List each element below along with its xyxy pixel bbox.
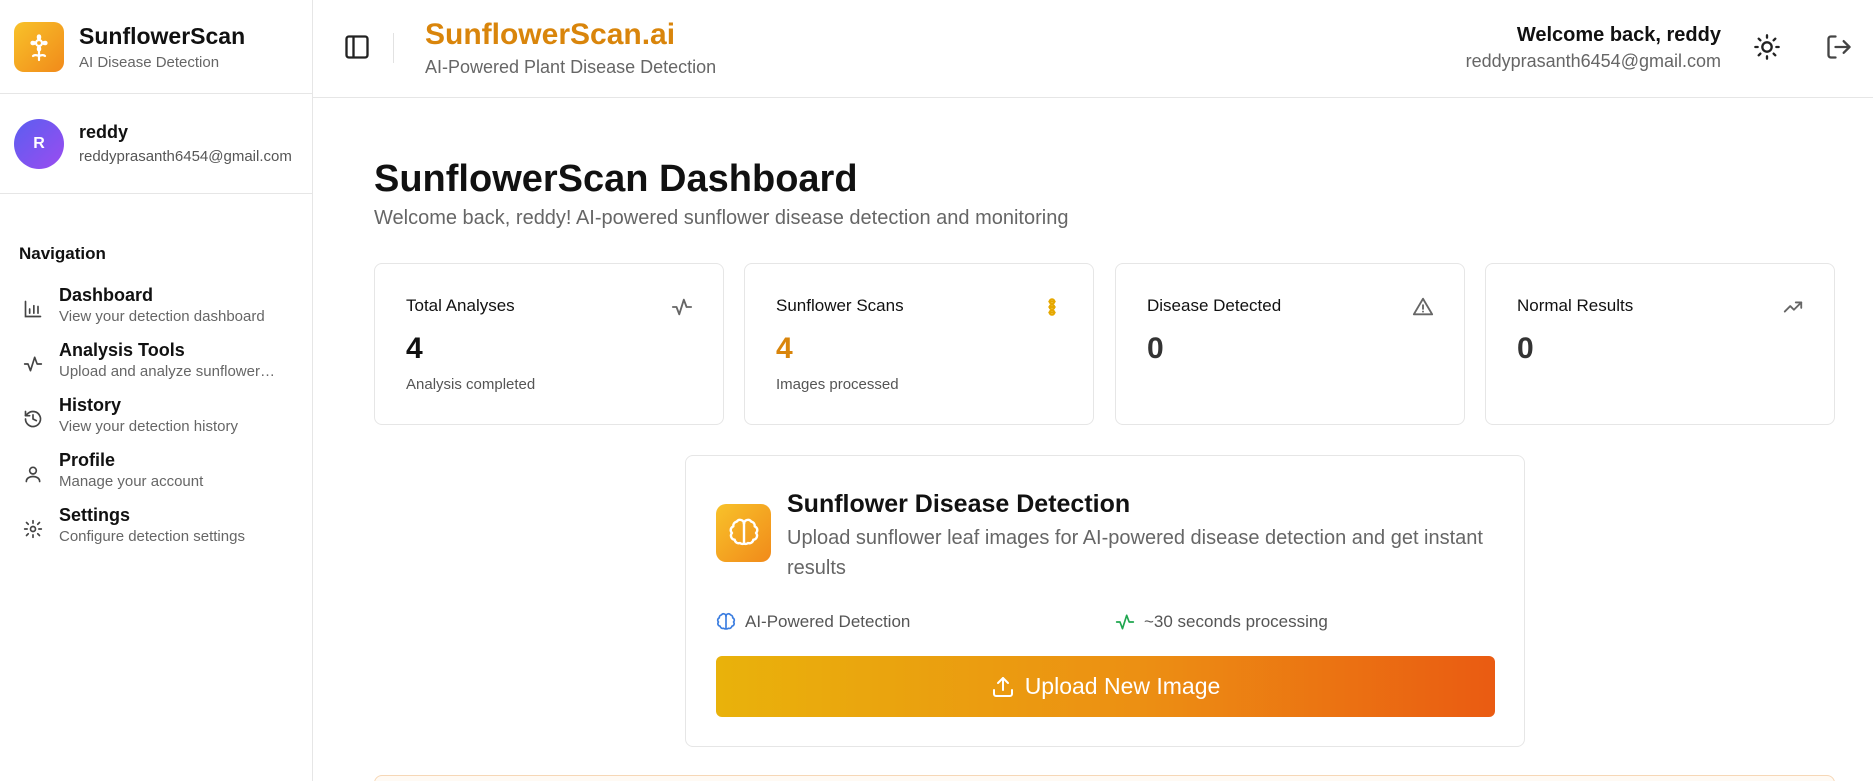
activity-icon <box>1115 614 1135 630</box>
sidebar-item-desc: View your detection dashboard <box>59 308 265 325</box>
logout-button[interactable] <box>1825 33 1853 61</box>
sidebar-item-title: Dashboard <box>59 285 154 305</box>
stat-value: 4 <box>406 332 423 365</box>
brand-subtitle: AI Disease Detection <box>79 53 220 71</box>
trending-up-icon <box>1782 296 1804 318</box>
upload-icon <box>992 676 1013 697</box>
sidebar-item-dashboard[interactable]: Dashboard View your detection dashboard <box>0 284 312 339</box>
stat-value: 4 <box>776 332 793 365</box>
stat-label: Total Analyses <box>406 296 515 315</box>
sidebar-item-profile[interactable]: Profile Manage your account <box>0 449 312 504</box>
sidebar-toggle-button[interactable] <box>343 33 371 61</box>
sun-icon <box>1754 34 1780 60</box>
sidebar-item-title: Profile <box>59 450 116 470</box>
brand[interactable]: SunflowerScan AI Disease Detection <box>0 0 312 94</box>
stat-card-total-analyses: Total Analyses 4 Analysis completed <box>374 263 724 425</box>
stat-card-normal-results: Normal Results 0 <box>1485 263 1835 425</box>
sidebar-item-settings[interactable]: Settings Configure detection settings <box>0 504 312 559</box>
next-section-card <box>374 775 1835 781</box>
feature-processing-time: ~30 seconds processing <box>1115 612 1328 632</box>
activity-icon <box>671 296 693 318</box>
brain-icon <box>716 504 771 562</box>
panel-left-icon <box>345 35 369 59</box>
top-header: SunflowerScan.ai AI-Powered Plant Diseas… <box>313 0 1873 98</box>
flower-icon <box>1041 296 1063 318</box>
stat-value: 0 <box>1147 332 1164 365</box>
alert-triangle-icon <box>1412 296 1434 318</box>
stat-note: Analysis completed <box>406 376 536 393</box>
stat-label: Disease Detected <box>1147 296 1282 315</box>
sidebar-item-history[interactable]: History View your detection history <box>0 394 312 449</box>
user-email: reddyprasanth6454@gmail.com <box>79 148 292 165</box>
header-title: SunflowerScan.ai <box>425 18 676 51</box>
page-subtitle: Welcome back, reddy! AI-powered sunflowe… <box>374 207 1069 229</box>
activity-icon <box>22 353 44 375</box>
bar-chart-icon <box>22 298 44 320</box>
feature-label: ~30 seconds processing <box>1144 612 1328 631</box>
stat-value: 0 <box>1517 332 1534 365</box>
sidebar-item-analysis-tools[interactable]: Analysis Tools Upload and analyze sunflo… <box>0 339 312 394</box>
detection-description: Upload sunflower leaf images for AI-powe… <box>787 527 1483 579</box>
upload-button-label: Upload New Image <box>1024 673 1221 699</box>
feature-ai-powered: AI-Powered Detection <box>716 612 910 632</box>
stat-note: Images processed <box>776 376 899 393</box>
flower-logo-icon <box>14 21 64 72</box>
disease-detection-card: Sunflower Disease Detection Upload sunfl… <box>685 455 1525 747</box>
user-card[interactable]: R reddy reddyprasanth6454@gmail.com <box>0 94 312 194</box>
sidebar-nav: Dashboard View your detection dashboard … <box>0 284 312 559</box>
stat-label: Sunflower Scans <box>776 296 904 315</box>
header-subtitle: AI-Powered Plant Disease Detection <box>425 57 717 77</box>
stat-card-sunflower-scans: Sunflower Scans 4 Images processed <box>744 263 1094 425</box>
user-icon <box>22 463 44 485</box>
upload-new-image-button[interactable]: Upload New Image <box>716 656 1495 717</box>
nav-heading: Navigation <box>19 244 106 263</box>
header-email: reddyprasanth6454@gmail.com <box>1465 51 1721 71</box>
sidebar: SunflowerScan AI Disease Detection R red… <box>0 0 313 781</box>
sidebar-item-desc: Upload and analyze sunflower … <box>59 363 279 380</box>
theme-toggle-button[interactable] <box>1753 33 1781 61</box>
sidebar-item-desc: View your detection history <box>59 418 238 435</box>
gear-icon <box>22 518 44 540</box>
stat-card-disease-detected: Disease Detected 0 <box>1115 263 1465 425</box>
feature-label: AI-Powered Detection <box>745 612 911 631</box>
sidebar-item-title: Settings <box>59 505 131 525</box>
history-icon <box>22 408 44 430</box>
detection-title: Sunflower Disease Detection <box>787 490 1131 518</box>
stat-label: Normal Results <box>1517 296 1634 315</box>
brain-icon <box>716 612 736 630</box>
welcome-text: Welcome back, reddy <box>1516 24 1721 46</box>
brand-title: SunflowerScan <box>79 22 246 49</box>
sidebar-item-title: Analysis Tools <box>59 340 185 360</box>
welcome-block: Welcome back, reddy reddyprasanth6454@gm… <box>1466 24 1721 72</box>
sidebar-item-desc: Manage your account <box>59 473 204 490</box>
header-divider <box>393 33 394 63</box>
user-name: reddy <box>79 122 129 142</box>
sidebar-item-title: History <box>59 395 122 415</box>
page-title: SunflowerScan Dashboard <box>374 158 858 200</box>
avatar: R <box>14 118 64 169</box>
logout-icon <box>1827 35 1851 59</box>
sidebar-item-desc: Configure detection settings <box>59 528 245 545</box>
